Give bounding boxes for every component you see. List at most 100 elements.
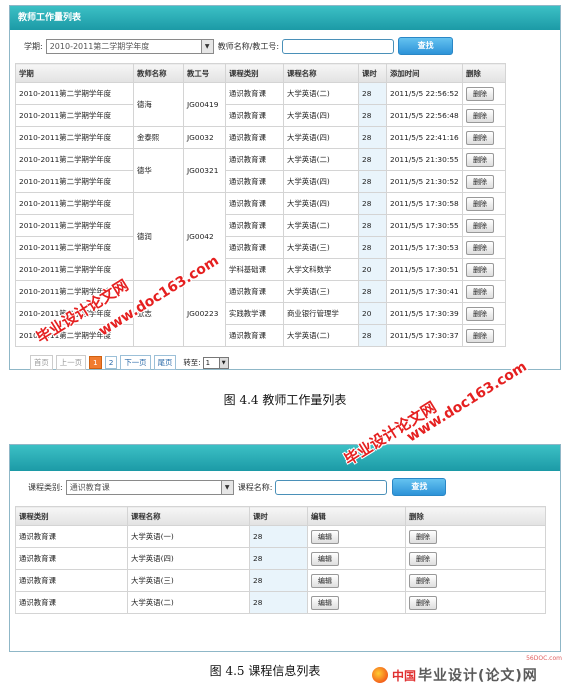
next-page-link[interactable]: 下一页 xyxy=(120,355,151,370)
delete-button[interactable]: 删除 xyxy=(466,86,494,101)
added-time-cell: 2011/5/5 17:30:53 xyxy=(386,236,463,259)
delete-button[interactable]: 删除 xyxy=(466,284,494,299)
delete-button[interactable]: 删除 xyxy=(466,174,494,189)
delete-cell: 删除 xyxy=(462,192,506,215)
table-row: 2010-2011第二学期学年度 通识教育课 大学英语(四) 28 2011/5/5 2… xyxy=(15,104,506,127)
delete-button[interactable]: 删除 xyxy=(409,573,437,588)
course-name-cell: 大学英语(四) xyxy=(283,192,359,215)
page-2-link[interactable]: 2 xyxy=(104,356,118,369)
chevron-down-icon[interactable]: ▼ xyxy=(218,357,228,368)
table-header-row: 学期 教师名称 教工号 课程类别 课程名称 课时 添加时间 删除 xyxy=(15,63,506,83)
page-1-link[interactable]: 1 xyxy=(88,356,102,369)
course-name-cell: 大学英语(二) xyxy=(283,82,359,105)
edit-button[interactable]: 编辑 xyxy=(311,529,339,544)
flame-icon xyxy=(372,667,388,683)
course-type-cell: 通识教育课 xyxy=(225,170,284,193)
column-header: 课程类别 xyxy=(225,63,284,83)
delete-button[interactable]: 删除 xyxy=(466,108,494,123)
added-time-cell: 2011/5/5 17:30:39 xyxy=(386,302,463,325)
edit-button[interactable]: 编辑 xyxy=(311,551,339,566)
delete-button[interactable]: 删除 xyxy=(409,529,437,544)
column-header: 课程名称 xyxy=(127,506,250,526)
course-name-cell: 大学英语(二) xyxy=(127,591,250,614)
term-cell: 2010-2011第二学期学年度 xyxy=(15,82,134,105)
table-row: 2010-2011第二学期学年度 德海 JG00419 通识教育课 大学英语(二) 28 2… xyxy=(15,82,506,127)
site-logo: 中国 毕业设计(论文)网 56DOC.com xyxy=(372,655,568,688)
delete-button[interactable]: 删除 xyxy=(466,152,494,167)
course-type-select[interactable]: 通识教育课 ▼ xyxy=(65,479,234,495)
added-time-cell: 2011/5/5 22:56:48 xyxy=(386,104,463,127)
term-cell: 2010-2011第二学期学年度 xyxy=(15,214,134,237)
delete-button[interactable]: 删除 xyxy=(466,306,494,321)
course-type-cell: 学科基础课 xyxy=(225,258,284,281)
delete-cell: 删除 xyxy=(462,104,506,127)
course-type-cell: 通识教育课 xyxy=(225,192,284,215)
chevron-down-icon[interactable]: ▼ xyxy=(220,480,233,494)
teacher-name-cell: 德华 xyxy=(133,148,184,193)
delete-cell: 删除 xyxy=(462,258,506,281)
panel-title: 教师工作量列表 xyxy=(10,6,560,30)
column-header: 课程名称 xyxy=(283,63,359,83)
delete-button[interactable]: 删除 xyxy=(409,595,437,610)
course-name-input[interactable] xyxy=(275,479,388,495)
table-row: 2010-2011第二学期学年度 学科基础课 大学文科数学 20 2011/5/5 17… xyxy=(15,258,506,281)
course-type-cell: 通识教育课 xyxy=(15,547,128,570)
hours-cell: 28 xyxy=(358,104,387,127)
term-select-value: 2010-2011第二学期学年度 xyxy=(49,41,150,51)
hours-cell: 28 xyxy=(358,126,387,149)
table-row: 2010-2011第二学期学年度 金泰熙 JG0032 通识教育课 大学英语(四) 28 2… xyxy=(15,126,506,149)
edit-cell: 编辑 xyxy=(307,569,406,592)
delete-button[interactable]: 删除 xyxy=(466,240,494,255)
search-button[interactable]: 查找 xyxy=(392,478,447,496)
table-row: 通识教育课 大学英语(二) 28 编辑 删除 xyxy=(15,591,546,614)
teacher-search-input[interactable] xyxy=(282,38,395,54)
search-button[interactable]: 查找 xyxy=(398,37,454,55)
term-cell: 2010-2011第二学期学年度 xyxy=(15,170,134,193)
delete-cell: 删除 xyxy=(462,170,506,193)
logo-name: 毕业设计(论文)网 xyxy=(418,668,538,684)
hours-cell: 28 xyxy=(358,280,387,303)
term-cell: 2010-2011第二学期学年度 xyxy=(15,192,134,215)
delete-cell: 删除 xyxy=(462,236,506,259)
course-type-cell: 通识教育课 xyxy=(15,525,128,548)
term-cell: 2010-2011第二学期学年度 xyxy=(15,126,134,149)
delete-button[interactable]: 删除 xyxy=(466,130,494,145)
hours-cell: 28 xyxy=(358,324,387,347)
teacher-id-cell: JG0032 xyxy=(183,126,226,149)
edit-cell: 编辑 xyxy=(307,525,406,548)
course-name-cell: 大学英语(二) xyxy=(283,214,359,237)
edit-button[interactable]: 编辑 xyxy=(311,595,339,610)
added-time-cell: 2011/5/5 22:41:16 xyxy=(386,126,463,149)
delete-button[interactable]: 删除 xyxy=(466,262,494,277)
course-info-panel: 课程类别: 通识教育课 ▼ 课程名称: 查找 课程类别 课程名称 课时 编辑 删除 通识… xyxy=(9,444,561,652)
delete-cell: 删除 xyxy=(405,591,546,614)
hours-cell: 28 xyxy=(358,82,387,105)
prev-page-link[interactable]: 上一页 xyxy=(55,355,86,370)
table-row: 通识教育课 大学英语(一) 28 编辑 删除 xyxy=(15,525,546,548)
hours-cell: 28 xyxy=(249,547,308,570)
delete-button[interactable]: 删除 xyxy=(409,551,437,566)
course-name-cell: 大学英语(四) xyxy=(283,126,359,149)
term-select[interactable]: 2010-2011第二学期学年度 ▼ xyxy=(45,38,214,54)
table-row: 2010-2011第二学期学年度 通识教育课 大学英语(二) 28 2011/5/5 1… xyxy=(15,214,506,237)
teacher-name-cell: 德海 xyxy=(133,82,184,127)
added-time-cell: 2011/5/5 17:30:37 xyxy=(386,324,463,347)
goto-page-select[interactable]: 1 ▼ xyxy=(202,356,229,369)
column-header: 课时 xyxy=(358,63,387,83)
chevron-down-icon[interactable]: ▼ xyxy=(200,39,213,53)
delete-button[interactable]: 删除 xyxy=(466,196,494,211)
course-name-cell: 大学英语(四) xyxy=(283,104,359,127)
teacher-label: 教师名称/教工号: xyxy=(217,41,280,51)
first-page-link[interactable]: 首页 xyxy=(30,355,53,370)
edit-button[interactable]: 编辑 xyxy=(311,573,339,588)
delete-cell: 删除 xyxy=(462,324,506,347)
course-type-cell: 实践教学课 xyxy=(225,302,284,325)
delete-button[interactable]: 删除 xyxy=(466,218,494,233)
pagination: 首页 上一页 1 2 下一页 尾页 转至: 1 ▼ xyxy=(30,355,229,370)
delete-cell: 删除 xyxy=(462,126,506,149)
course-type-label: 课程类别: xyxy=(28,482,63,492)
last-page-link[interactable]: 尾页 xyxy=(153,355,177,370)
table-row: 通识教育课 大学英语(三) 28 编辑 删除 xyxy=(15,569,546,592)
delete-button[interactable]: 删除 xyxy=(466,328,494,343)
logo-url: 56DOC.com xyxy=(526,655,562,662)
